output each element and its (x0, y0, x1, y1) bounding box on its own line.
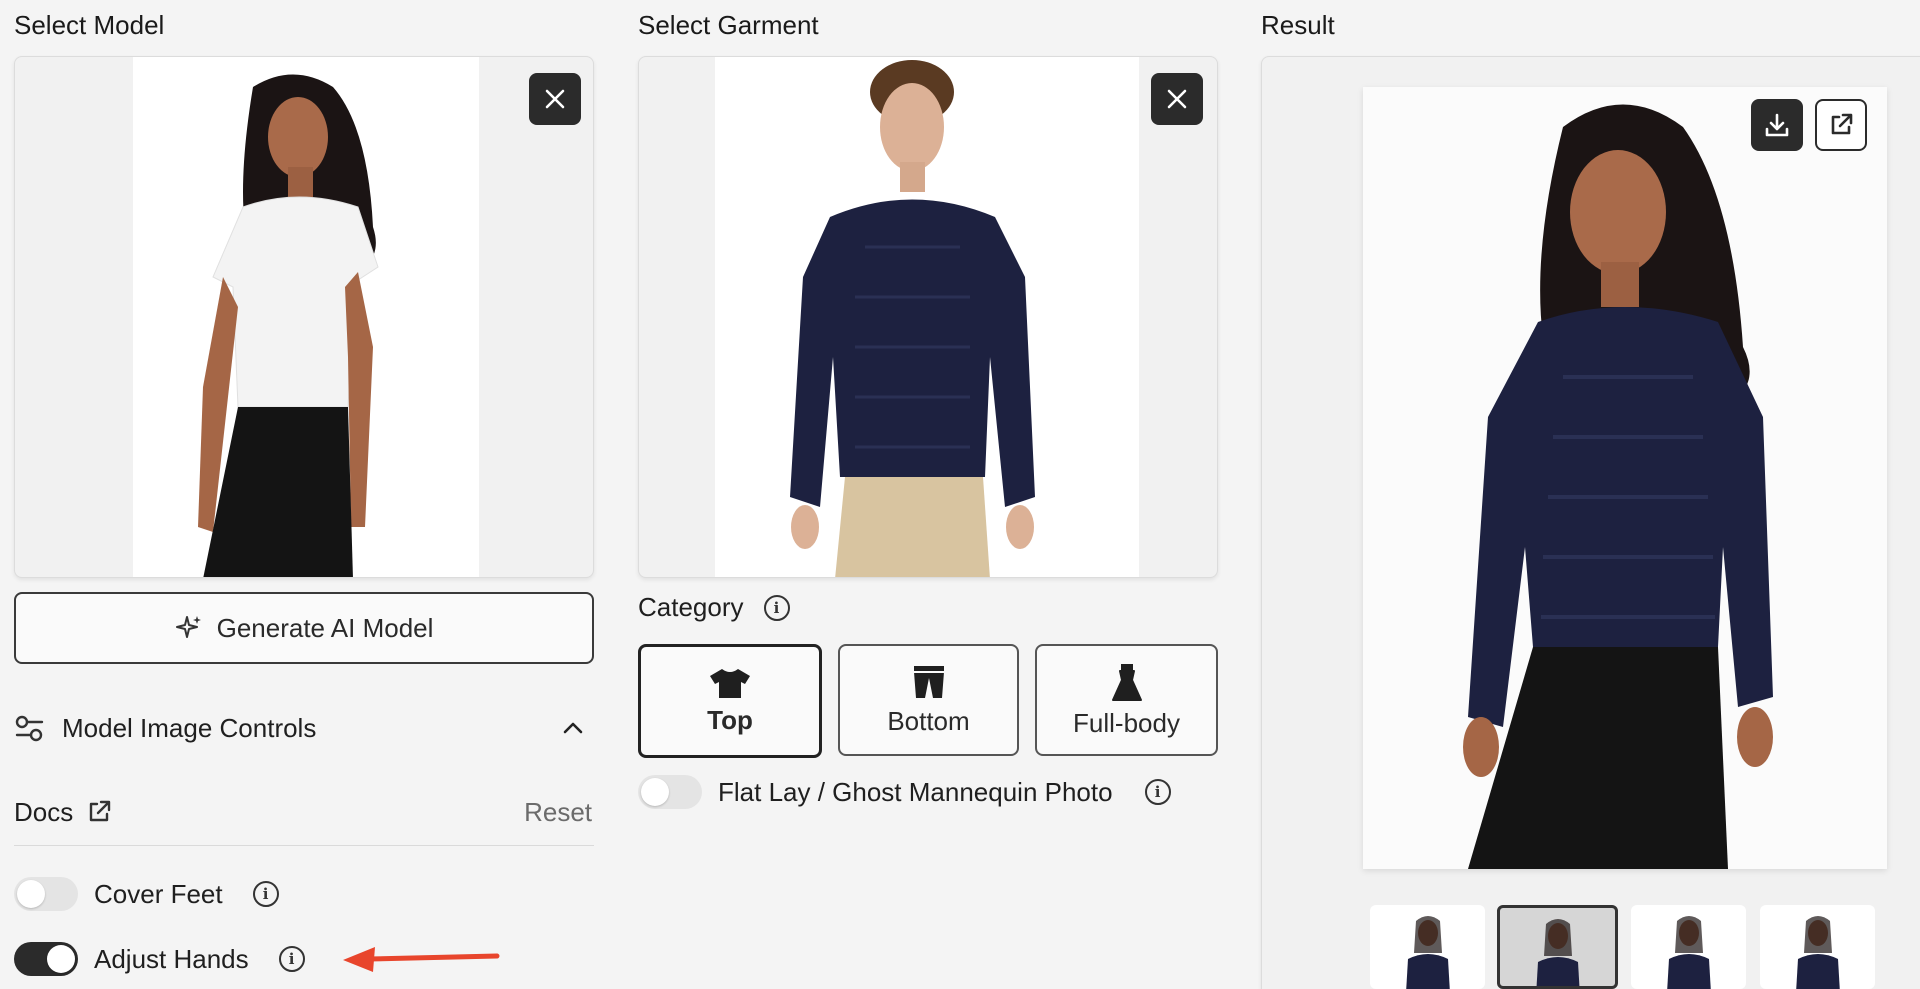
adjust-hands-label: Adjust Hands (94, 943, 249, 974)
result-thumbnail[interactable] (1370, 905, 1485, 989)
docs-label: Docs (14, 796, 74, 827)
flat-lay-row: Flat Lay / Ghost Mannequin Photo i (638, 775, 1171, 809)
select-model-title: Select Model (14, 10, 165, 40)
model-image-controls-title: Model Image Controls (62, 712, 317, 743)
garment-photo (715, 57, 1139, 577)
result-thumbnail-selected[interactable] (1497, 905, 1618, 989)
info-icon[interactable]: i (252, 881, 279, 907)
select-garment-title: Select Garment (638, 10, 819, 40)
download-icon (1765, 113, 1789, 137)
result-thumbnail[interactable] (1760, 905, 1875, 989)
docs-reset-row: Docs Reset (14, 792, 594, 832)
result-panel (1261, 56, 1920, 989)
divider (14, 845, 594, 846)
flat-lay-toggle[interactable] (638, 775, 702, 809)
cover-feet-row: Cover Feet i (14, 877, 279, 911)
model-image-controls-header[interactable]: Model Image Controls (14, 708, 594, 748)
docs-link[interactable]: Docs (14, 797, 113, 828)
category-bottom-button[interactable]: Bottom (838, 644, 1019, 756)
annotation-arrow-icon (342, 947, 500, 972)
download-button[interactable] (1751, 99, 1803, 151)
result-thumbnail[interactable] (1631, 905, 1746, 989)
info-icon[interactable]: i (1144, 779, 1171, 805)
dress-icon (1111, 663, 1142, 701)
remove-model-button[interactable] (529, 73, 581, 125)
info-icon[interactable]: i (763, 594, 790, 621)
reset-button[interactable]: Reset (524, 797, 592, 828)
open-external-button[interactable] (1815, 99, 1867, 151)
category-header: Category i (638, 592, 790, 623)
model-photo (133, 57, 479, 577)
pants-icon (913, 665, 944, 698)
cover-feet-label: Cover Feet (94, 878, 223, 909)
cover-feet-toggle[interactable] (14, 877, 78, 911)
sliders-icon (15, 715, 44, 742)
tshirt-icon (710, 668, 750, 698)
category-bottom-label: Bottom (887, 705, 970, 736)
remove-garment-button[interactable] (1151, 73, 1203, 125)
category-full-body-label: Full-body (1073, 707, 1180, 738)
sparkle-icon (175, 616, 201, 638)
adjust-hands-toggle[interactable] (14, 942, 78, 976)
close-icon (1167, 89, 1187, 109)
result-title: Result (1261, 10, 1335, 40)
generate-ai-model-label: Generate AI Model (216, 612, 434, 643)
result-photo (1363, 87, 1887, 869)
category-full-body-button[interactable]: Full-body (1035, 644, 1218, 756)
chevron-up-icon[interactable] (562, 721, 584, 735)
close-icon (545, 89, 565, 109)
garment-image-card[interactable] (638, 56, 1218, 578)
category-top-button[interactable]: Top (638, 644, 822, 758)
info-icon[interactable]: i (278, 946, 305, 972)
category-label: Category (638, 592, 744, 622)
flat-lay-label: Flat Lay / Ghost Mannequin Photo (718, 776, 1113, 807)
generate-ai-model-button[interactable]: Generate AI Model (14, 592, 594, 664)
external-link-icon (1831, 113, 1853, 135)
model-image-card[interactable] (14, 56, 594, 578)
adjust-hands-row: Adjust Hands i (14, 942, 501, 976)
category-top-label: Top (707, 704, 753, 735)
external-link-icon (90, 800, 111, 822)
